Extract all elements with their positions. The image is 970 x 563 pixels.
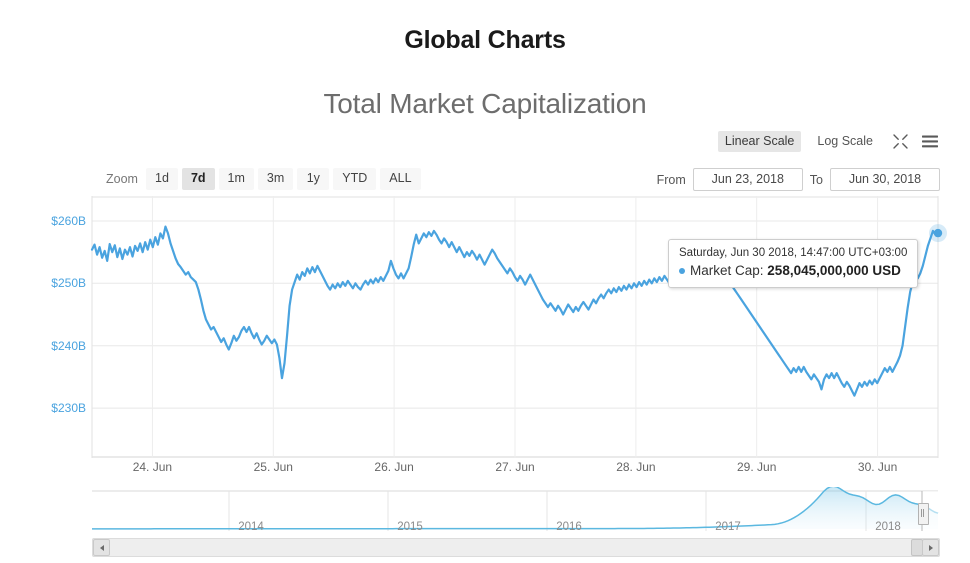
scroll-right-arrow-icon[interactable]: [922, 539, 939, 556]
zoom-button-all[interactable]: ALL: [380, 168, 421, 190]
zoom-button-3m[interactable]: 3m: [257, 168, 294, 190]
scroll-left-arrow-icon[interactable]: [93, 539, 110, 556]
x-tick-label: 28. Jun: [616, 460, 656, 474]
tooltip-series-label: Market Cap: [690, 263, 760, 278]
scale-toolbar: Linear Scale Log Scale: [717, 131, 938, 152]
chart-plot-area[interactable]: Market Cap $230B$240B$250B$260B: [0, 196, 970, 458]
zoom-button-7d[interactable]: 7d: [181, 168, 215, 190]
zoom-button-group: Zoom 1d 7d 1m 3m 1y YTD ALL: [106, 168, 421, 190]
zoom-button-1d[interactable]: 1d: [145, 168, 178, 190]
range-selector: Zoom 1d 7d 1m 3m 1y YTD ALL From To: [0, 168, 970, 194]
navigator-year-label: 2017: [715, 521, 741, 533]
fullscreen-arrows-icon[interactable]: [892, 133, 909, 150]
zoom-button-1m[interactable]: 1m: [218, 168, 254, 190]
market-cap-line-chart[interactable]: [0, 196, 970, 458]
tooltip-series-row: Market Cap: 258,045,000,000 USD: [679, 262, 907, 280]
x-tick-label: 24. Jun: [132, 460, 173, 474]
zoom-button-ytd[interactable]: YTD: [333, 168, 377, 190]
zoom-button-1y[interactable]: 1y: [297, 168, 330, 190]
hamburger-menu-icon[interactable]: [921, 133, 938, 150]
x-tick-label: 29. Jun: [737, 460, 777, 474]
chart-navigator[interactable]: 2014 2015 2016 2017 2018: [0, 487, 970, 537]
navigator-right-handle[interactable]: [918, 503, 929, 525]
tooltip-date: Saturday, Jun 30 2018, 14:47:00 UTC+03:0…: [679, 247, 908, 259]
from-label: From: [656, 172, 686, 187]
date-range-group: From To: [657, 168, 940, 191]
navigator-year-label: 2016: [556, 521, 582, 533]
x-tick-label: 30. Jun: [857, 460, 898, 474]
navigator-year-label: 2018: [875, 521, 901, 533]
zoom-label: Zoom: [106, 172, 138, 186]
x-axis-ticks: 24. Jun 25. Jun 26. Jun 27. Jun 28. Jun 29. J…: [0, 460, 970, 478]
chart-scrollbar[interactable]: [92, 538, 940, 557]
x-tick-label: 27. Jun: [495, 460, 535, 474]
tooltip-series-dot-icon: [679, 268, 685, 274]
log-scale-button[interactable]: Log Scale: [810, 131, 880, 152]
chart-title: Total Market Capitalization: [323, 88, 647, 119]
navigator-year-label: 2015: [397, 521, 423, 533]
linear-scale-button[interactable]: Linear Scale: [717, 131, 802, 152]
to-label: To: [809, 172, 823, 187]
to-date-input[interactable]: [830, 168, 940, 191]
page-title: Global Charts: [404, 26, 566, 54]
navigator-mini-chart[interactable]: [0, 487, 970, 537]
from-date-input[interactable]: [692, 168, 803, 191]
x-tick-label: 26. Jun: [374, 460, 414, 474]
navigator-year-label: 2014: [238, 521, 264, 533]
x-tick-label: 25. Jun: [253, 460, 293, 474]
tooltip-value: 258,045,000,000 USD: [767, 263, 901, 278]
chart-tooltip: Saturday, Jun 30 2018, 14:47:00 UTC+03:0…: [668, 239, 919, 288]
